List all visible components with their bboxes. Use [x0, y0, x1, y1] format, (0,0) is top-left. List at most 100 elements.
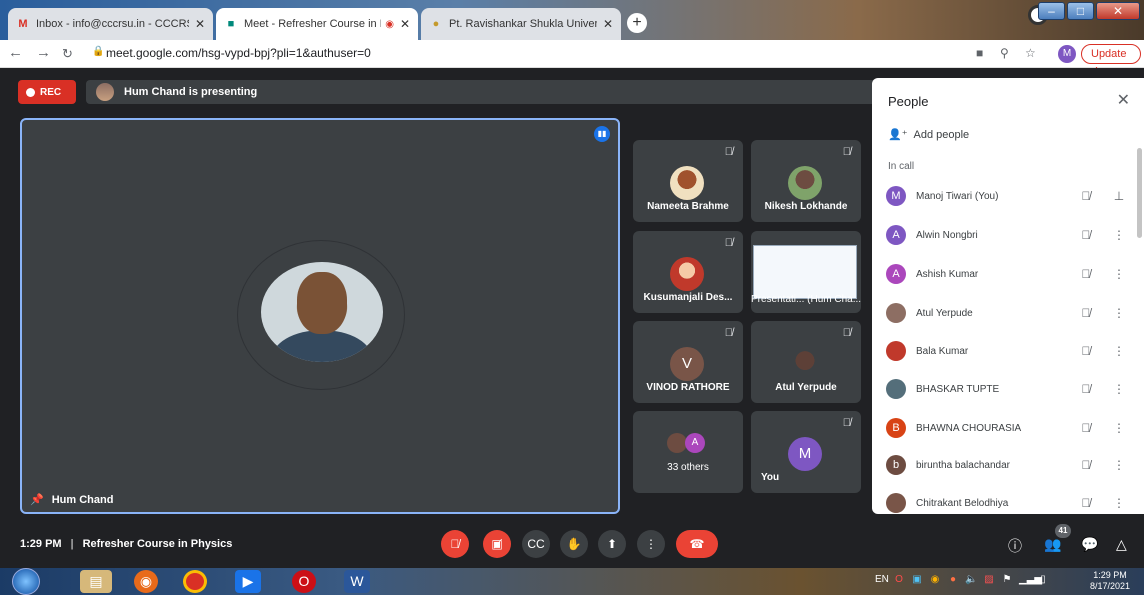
- leave-call-button[interactable]: ☎: [676, 530, 718, 558]
- close-tab-icon[interactable]: ✕: [603, 17, 613, 31]
- mic-off-icon: 🎙̸: [1081, 189, 1091, 203]
- participant-row[interactable]: A Alwin Nongbri 🎙̸ ⋮: [886, 221, 1126, 249]
- more-options-button[interactable]: ⋮: [637, 530, 665, 558]
- mic-toggle-button[interactable]: 🎙̸: [441, 530, 469, 558]
- language-indicator[interactable]: EN: [875, 574, 889, 585]
- tab-meet[interactable]: ■ Meet - Refresher Course in P ◉ ✕: [216, 8, 418, 40]
- main-video-tile[interactable]: ▮▮ 📌 Hum Chand: [20, 118, 620, 514]
- firefox-icon[interactable]: ◉: [134, 570, 158, 593]
- volume-icon[interactable]: 🔈: [965, 574, 977, 585]
- address-bar: ← → ↻ 🔒 meet.google.com/hsg-vypd-bpj?pli…: [0, 40, 1144, 78]
- minimize-button[interactable]: –: [1038, 2, 1065, 20]
- start-button[interactable]: [12, 568, 40, 595]
- audio-level-icon: ▮▮: [594, 126, 610, 142]
- app-tray-icon[interactable]: ●: [947, 574, 959, 585]
- update-button[interactable]: Update ⋮: [1081, 44, 1141, 78]
- mic-off-icon: 🎙̸: [724, 237, 733, 249]
- close-tab-icon[interactable]: ✕: [195, 17, 205, 31]
- avatar: b: [886, 455, 906, 475]
- participant-tile[interactable]: 🎙̸ Nikesh Lokhande: [751, 140, 861, 222]
- window-close-button[interactable]: ✕: [1096, 2, 1140, 20]
- camera-toggle-button[interactable]: ▣̸: [483, 530, 511, 558]
- info-icon[interactable]: ⓘ: [1008, 536, 1022, 556]
- participant-row[interactable]: Bala Kumar 🎙̸ ⋮: [886, 337, 1126, 365]
- more-options-icon[interactable]: ⋮: [1112, 496, 1126, 510]
- self-tile[interactable]: 🎙̸ M You: [751, 411, 861, 493]
- more-options-icon[interactable]: ⋮: [1112, 306, 1126, 320]
- add-people-button[interactable]: 👤⁺ Add people: [888, 128, 969, 142]
- more-options-icon[interactable]: ⋮: [1112, 382, 1126, 396]
- close-tab-icon[interactable]: ✕: [400, 17, 410, 31]
- flag-icon[interactable]: ⚑: [1001, 574, 1013, 585]
- signal-icon[interactable]: ▁▃▅: [1019, 574, 1042, 585]
- avatar: B: [886, 418, 906, 438]
- more-options-icon[interactable]: ⋮: [1112, 344, 1126, 358]
- participant-row[interactable]: BHASKAR TUPTE 🎙̸ ⋮: [886, 375, 1126, 403]
- panel-title: People: [888, 94, 929, 109]
- presentation-tile[interactable]: Presentati... (Hum Cha...: [751, 231, 861, 313]
- university-icon: ●: [432, 18, 440, 30]
- participant-row[interactable]: A Ashish Kumar 🎙̸ ⋮: [886, 260, 1126, 288]
- chrome-icon[interactable]: [183, 570, 207, 593]
- participant-row[interactable]: M Manoj Tiwari (You) 🎙̸ ⊥: [886, 182, 1126, 210]
- participant-row[interactable]: b biruntha balachandar 🎙̸ ⋮: [886, 451, 1126, 479]
- forward-icon[interactable]: →: [36, 44, 51, 61]
- more-options-icon[interactable]: ⋮: [1112, 228, 1126, 242]
- participant-row[interactable]: Atul Yerpude 🎙̸ ⋮: [886, 299, 1126, 327]
- pin-icon[interactable]: ⊥: [1112, 189, 1126, 203]
- people-icon[interactable]: 👥: [1044, 536, 1061, 553]
- others-tile[interactable]: A 33 others: [633, 411, 743, 493]
- more-options-icon[interactable]: ⋮: [1112, 267, 1126, 281]
- close-icon[interactable]: ✕: [1117, 90, 1130, 110]
- tab-university[interactable]: ● Pt. Ravishankar Shukla University ✕: [421, 8, 621, 40]
- meeting-details: 1:29 PM | Refresher Course in Physics: [20, 538, 233, 550]
- tab-gmail-inbox[interactable]: M Inbox - info@cccrsu.in - CCCRSU ✕: [8, 8, 213, 40]
- window-controls: – □ ✕: [1038, 2, 1140, 20]
- present-button[interactable]: ⬆: [598, 530, 626, 558]
- network-icon[interactable]: ▨: [983, 574, 995, 585]
- participant-tile[interactable]: 🎙̸ Kusumanjali Des...: [633, 231, 743, 313]
- participant-row[interactable]: Chitrakant Belodhiya 🎙̸ ⋮: [886, 489, 1126, 514]
- lock-icon[interactable]: 🔒: [92, 46, 104, 57]
- app-tray-icon[interactable]: ▣: [911, 574, 923, 585]
- meet-call-area: REC Hum Chand is presenting ▮▮ 📌 Hum Cha…: [0, 68, 1144, 568]
- participant-tile[interactable]: 🎙̸ V VINOD RATHORE: [633, 321, 743, 403]
- battery-icon[interactable]: ▯: [1037, 574, 1049, 585]
- raise-hand-button[interactable]: ✋: [560, 530, 588, 558]
- participant-count-badge: 41: [1055, 524, 1071, 538]
- scrollbar[interactable]: [1137, 148, 1142, 238]
- avatar: [886, 341, 906, 361]
- browser-tab-strip: M Inbox - info@cccrsu.in - CCCRSU ✕ ■ Me…: [0, 0, 1144, 40]
- pin-icon[interactable]: 📌: [30, 493, 44, 506]
- participant-tile[interactable]: 🎙̸ Nameeta Brahme: [633, 140, 743, 222]
- participant-tile[interactable]: 🎙̸ Atul Yerpude: [751, 321, 861, 403]
- profile-avatar[interactable]: M: [1058, 45, 1076, 63]
- back-icon[interactable]: ←: [8, 44, 23, 61]
- reload-icon[interactable]: ↻: [62, 46, 73, 62]
- avatar: M: [886, 186, 906, 206]
- opera-tray-icon[interactable]: O: [893, 574, 905, 585]
- main-tile-name: 📌 Hum Chand: [30, 493, 114, 507]
- word-icon[interactable]: W: [344, 570, 370, 593]
- media-player-icon[interactable]: ▶: [235, 570, 261, 593]
- star-icon[interactable]: ☆: [1025, 46, 1036, 60]
- chat-icon[interactable]: 💬: [1081, 536, 1098, 553]
- taskbar-clock[interactable]: 1:29 PM 8/17/2021: [1090, 570, 1130, 592]
- more-options-icon[interactable]: ⋮: [1112, 421, 1126, 435]
- participant-row[interactable]: B BHAWNA CHOURASIA 🎙̸ ⋮: [886, 414, 1126, 442]
- file-explorer-icon[interactable]: ▤: [80, 570, 112, 593]
- participant-initial: A: [685, 433, 705, 453]
- participant-initial: M: [788, 437, 822, 471]
- opera-icon[interactable]: O: [292, 570, 316, 593]
- speaker-avatar: [261, 262, 383, 362]
- url-field[interactable]: meet.google.com/hsg-vypd-bpj?pli=1&authu…: [106, 46, 371, 60]
- maximize-button[interactable]: □: [1067, 2, 1094, 20]
- captions-button[interactable]: CC: [522, 530, 550, 558]
- camera-icon[interactable]: ■: [976, 46, 983, 60]
- zoom-icon[interactable]: ⚲: [1000, 46, 1009, 60]
- activities-icon[interactable]: △: [1116, 536, 1127, 553]
- more-options-icon[interactable]: ⋮: [1112, 458, 1126, 472]
- new-tab-button[interactable]: +: [627, 13, 647, 33]
- participant-avatar: [667, 433, 687, 453]
- app-tray-icon[interactable]: ◉: [929, 574, 941, 585]
